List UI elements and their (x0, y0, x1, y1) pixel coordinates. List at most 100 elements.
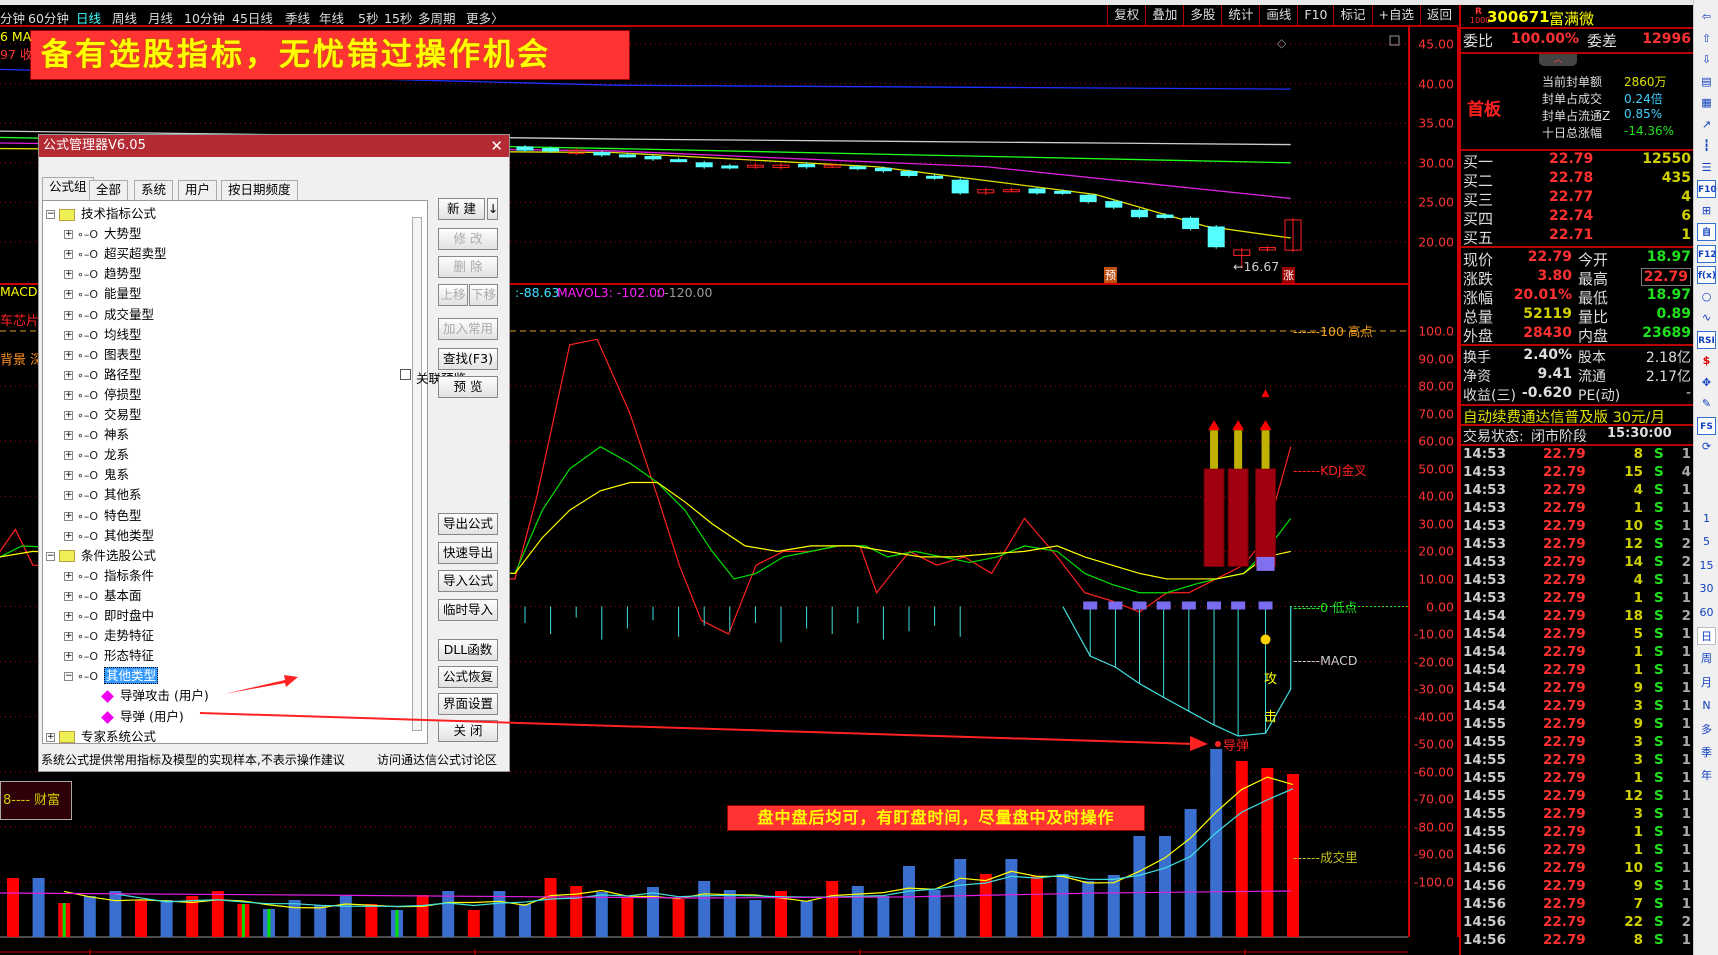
restore-formula-button[interactable]: 公式恢复 (438, 666, 498, 688)
tree-item[interactable]: + ∘–O 能量型 (64, 284, 142, 304)
expand-icon[interactable]: + (64, 571, 73, 581)
toolbar-button-8[interactable]: 返回 (1419, 5, 1458, 25)
tree-item[interactable]: + ∘–O 形态特征 (64, 646, 154, 666)
dialog-title-bar[interactable]: 公式管理器V6.05 ✕ (39, 135, 509, 157)
caifu-box[interactable]: 8---- 财富 (0, 781, 72, 820)
close-button[interactable]: 关 闭 (438, 720, 498, 742)
arrow-down-icon[interactable]: ⇩ (1697, 51, 1716, 69)
tree-item[interactable]: + ∘–O 交易型 (64, 405, 142, 425)
expand-icon[interactable]: + (64, 471, 73, 481)
tree-item[interactable]: + ∘–O 其他类型 (64, 526, 154, 546)
period-button-9[interactable]: 多 (1697, 721, 1716, 739)
tree-item[interactable]: + ∘–O 神系 (64, 425, 129, 445)
tree-item[interactable]: + ∘–O 大势型 (64, 224, 142, 244)
period-button-5[interactable]: 日 (1697, 627, 1716, 645)
tree-item[interactable]: + ∘–O 均线型 (64, 325, 142, 345)
tree-item[interactable]: 导弹攻击 (用户) (93, 686, 209, 706)
tree-item[interactable]: + ∘–O 停损型 (64, 385, 142, 405)
tree-item[interactable]: + ∘–O 图表型 (64, 345, 142, 365)
expand-icon[interactable]: + (64, 451, 73, 461)
tab-公式组[interactable]: 公式组 (42, 177, 94, 200)
temp-import-button[interactable]: 临时导入 (438, 599, 498, 621)
collapse-icon[interactable]: − (64, 672, 73, 682)
arrow-left-icon[interactable]: ⇦ (1697, 8, 1716, 26)
move-down-button[interactable]: 下移 (469, 284, 498, 306)
tree-item[interactable]: + ∘–O 龙系 (64, 445, 129, 465)
wave-icon[interactable]: ∿ (1697, 309, 1716, 327)
forum-link[interactable]: 访问通达信公式讨论区 (377, 749, 497, 771)
expand-icon[interactable]: + (64, 230, 73, 240)
dll-function-button[interactable]: DLL函数 (438, 639, 498, 661)
tree-item[interactable]: − 技术指标公式 (46, 204, 156, 224)
tab-系统[interactable]: 系统 (134, 180, 174, 200)
tree-item[interactable]: + ∘–O 即时盘中 (64, 606, 154, 626)
tree-item[interactable]: + 专家系统公式 (46, 727, 156, 743)
expand-icon[interactable]: + (64, 491, 73, 501)
tab-按日期频度[interactable]: 按日期频度 (221, 180, 298, 200)
period-button-2[interactable]: 15 (1697, 557, 1716, 575)
expand-icon[interactable]: + (64, 390, 73, 400)
collapse-button[interactable]: ︿ (1539, 54, 1577, 66)
move-icon[interactable]: ✥ (1697, 374, 1716, 392)
move-up-button[interactable]: 上移 (438, 284, 468, 306)
f10-icon[interactable]: F10 (1697, 180, 1717, 198)
tree-icon[interactable]: ⊞ (1697, 202, 1716, 220)
import-formula-button[interactable]: 导入公式 (438, 570, 498, 592)
period-button-10[interactable]: 季 (1697, 744, 1716, 762)
tree-item[interactable]: + ∘–O 走势特征 (64, 626, 154, 646)
pencil-icon[interactable]: ✎ (1697, 395, 1716, 413)
tree-item[interactable]: + ∘–O 特色型 (64, 506, 142, 526)
expand-icon[interactable]: + (46, 732, 55, 742)
tree-item[interactable]: − ∘–O 其他类型 (64, 666, 159, 686)
expand-icon[interactable]: + (64, 612, 73, 621)
period-button-7[interactable]: 月 (1697, 674, 1716, 692)
new-button[interactable]: 新 建 (438, 198, 485, 220)
collapse-icon[interactable]: − (46, 210, 55, 219)
tree-item[interactable]: + ∘–O 指标条件 (64, 566, 154, 586)
tree-item[interactable]: + ∘–O 基本面 (64, 586, 142, 606)
period-button-6[interactable]: 周 (1697, 650, 1716, 668)
tree-scrollbar[interactable] (412, 217, 422, 731)
expand-icon[interactable]: + (64, 370, 73, 380)
period-button-8[interactable]: N (1697, 697, 1716, 715)
arrow-up-icon[interactable]: ⇧ (1697, 30, 1716, 48)
expand-icon[interactable]: + (64, 350, 73, 360)
expand-icon[interactable]: + (64, 270, 73, 280)
refresh-icon[interactable]: ⟳ (1697, 438, 1716, 456)
close-icon[interactable]: ✕ (490, 135, 503, 157)
expand-icon[interactable]: + (64, 591, 73, 601)
tree-item[interactable]: + ∘–O 成交量型 (64, 305, 154, 325)
expand-icon[interactable]: + (64, 632, 73, 642)
find-button[interactable]: 查找(F3) (438, 348, 498, 370)
expand-icon[interactable]: + (64, 310, 73, 320)
expand-icon[interactable]: + (64, 531, 73, 541)
tree-item[interactable]: + ∘–O 其他系 (64, 485, 142, 505)
period-button-4[interactable]: 60 (1697, 604, 1716, 622)
report-icon[interactable]: ▤ (1697, 73, 1716, 91)
link-preview-checkbox[interactable] (400, 369, 411, 380)
collapse-icon[interactable]: − (46, 551, 55, 561)
delete-button[interactable]: 删 除 (438, 256, 498, 278)
modify-button[interactable]: 修 改 (438, 228, 498, 250)
self-icon[interactable]: 自 (1697, 223, 1716, 241)
tree-item[interactable]: + ∘–O 趋势型 (64, 264, 142, 284)
period-button-3[interactable]: 30 (1697, 580, 1716, 598)
f12-icon[interactable]: F12 (1697, 244, 1717, 263)
expand-icon[interactable]: + (64, 330, 73, 340)
tab-用户[interactable]: 用户 (178, 180, 218, 200)
tree-item[interactable]: − 条件选股公式 (46, 546, 156, 566)
rsi-icon[interactable]: RSI (1697, 330, 1716, 349)
tree-item[interactable]: 导弹 (用户) (93, 707, 184, 727)
money-icon[interactable]: $ (1697, 352, 1716, 370)
formula-tree[interactable]: − 技术指标公式 + ∘–O 大势型 + ∘–O 超买超卖型 + ∘–O 趋势型 + ∘–O 能量型 + ∘–… (42, 200, 428, 744)
expand-icon[interactable]: + (64, 431, 73, 441)
period-button-0[interactable]: 1 (1697, 510, 1716, 528)
quick-export-button[interactable]: 快速导出 (438, 542, 498, 564)
list-icon[interactable]: ☰ (1697, 159, 1716, 177)
period-button-1[interactable]: 5 (1697, 533, 1716, 551)
line-chart-icon[interactable]: ↗ (1697, 116, 1716, 134)
expand-icon[interactable]: + (64, 652, 73, 662)
new-dropdown-button[interactable]: ↓ (487, 198, 498, 220)
tab-全部[interactable]: 全部 (89, 180, 129, 200)
tree-item[interactable]: + ∘–O 路径型 (64, 365, 142, 385)
